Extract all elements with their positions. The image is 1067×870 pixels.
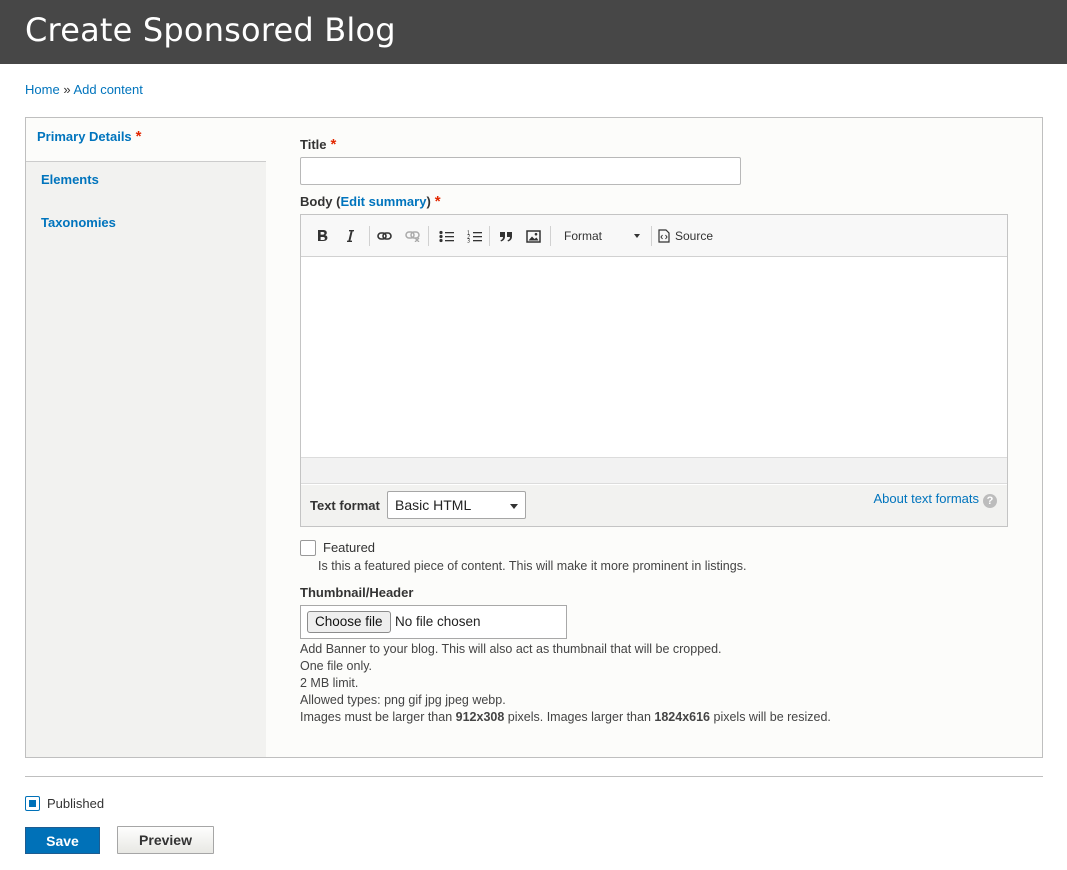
toolbar-separator [550,226,551,246]
breadcrumb-home-link[interactable]: Home [25,82,60,97]
max-dimensions: 1824x616 [654,710,711,724]
required-marker: * [135,128,142,145]
chevron-down-icon [510,504,518,509]
unlink-icon[interactable] [404,227,420,245]
body-label: Body (Edit summary) * [300,193,441,210]
bulleted-list-icon[interactable] [438,227,454,245]
breadcrumb-separator: » [63,82,71,97]
node-form: Primary Details * Elements Taxonomies Tit… [25,117,1043,758]
toolbar-separator [428,226,429,246]
image-icon[interactable] [525,227,541,245]
featured-description: Is this a featured piece of content. Thi… [318,559,747,573]
divider [25,776,1043,777]
choose-file-button[interactable]: Choose file [307,611,391,633]
thumbnail-help: Add Banner to your blog. This will also … [300,641,831,726]
primary-details-pane: Title * Body (Edit summary) * 1 2 3 Form… [300,118,1030,757]
edit-summary-link[interactable]: Edit summary [340,194,426,209]
about-text-formats: About text formats? [874,491,997,508]
source-icon [658,229,670,243]
vtab-elements-label[interactable]: Elements [41,172,99,187]
vtab-primary-details-label: Primary Details [37,129,132,144]
page-title: Create Sponsored Blog [25,11,396,49]
thumbnail-file-input[interactable]: Choose file No file chosen [300,605,567,639]
thumbnail-help-line: Add Banner to your blog. This will also … [300,642,722,656]
breadcrumb: Home » Add content [25,82,143,97]
svg-text:3: 3 [467,238,470,243]
format-dropdown[interactable]: Format [557,227,643,245]
editor-content-area[interactable] [301,257,1007,457]
link-icon[interactable] [376,227,392,245]
thumbnail-help-line: Allowed types: png gif jpg jpeg webp. [300,693,506,707]
toolbar-separator [369,226,370,246]
thumbnail-help-line: One file only. [300,659,373,673]
chevron-down-icon [634,234,640,238]
toolbar-separator [489,226,490,246]
help-icon[interactable]: ? [983,494,997,508]
thumbnail-size-note: Images must be larger than 912x308 pixel… [300,710,831,724]
published-checkbox[interactable] [25,796,40,811]
vertical-tabs: Primary Details * Elements Taxonomies [26,118,266,757]
thumbnail-help-line: 2 MB limit. [300,676,359,690]
body-editor: 123 Format Source [300,214,1008,526]
featured-checkbox[interactable] [300,540,316,556]
blockquote-icon[interactable] [498,227,514,245]
required-marker: * [330,136,337,153]
featured-label[interactable]: Featured [323,540,375,555]
editor-status-bar [301,457,1007,484]
breadcrumb-add-content-link[interactable]: Add content [73,82,142,97]
bold-icon[interactable] [316,227,330,245]
title-input[interactable] [300,157,741,185]
file-status: No file chosen [395,614,481,629]
text-format-select[interactable]: Basic HTML [387,491,526,519]
published-label[interactable]: Published [47,796,104,811]
thumbnail-label: Thumbnail/Header [300,585,414,600]
format-dropdown-label: Format [564,229,603,243]
text-format-selected: Basic HTML [395,497,472,513]
italic-icon[interactable] [343,227,357,245]
text-format-label: Text format [310,498,380,513]
page-header: Create Sponsored Blog [0,0,1067,64]
source-button[interactable]: Source [658,227,718,245]
numbered-list-icon[interactable]: 123 [466,227,482,245]
source-label: Source [675,229,714,243]
title-label: Title * [300,136,337,153]
preview-button[interactable]: Preview [117,826,214,854]
vtab-taxonomies-label[interactable]: Taxonomies [41,215,116,230]
min-dimensions: 912x308 [455,710,505,724]
vtab-primary-details[interactable]: Primary Details * [26,118,266,162]
checked-mark [29,800,36,807]
vtab-taxonomies[interactable]: Taxonomies [26,205,266,249]
text-format-bar: Text format Basic HTML About text format… [300,485,1008,527]
required-marker: * [434,193,441,210]
vtab-elements[interactable]: Elements [26,162,266,206]
editor-toolbar: 123 Format Source [301,215,1007,257]
about-text-formats-link[interactable]: About text formats [874,491,980,506]
toolbar-separator [651,226,652,246]
save-button[interactable]: Save [25,827,100,854]
